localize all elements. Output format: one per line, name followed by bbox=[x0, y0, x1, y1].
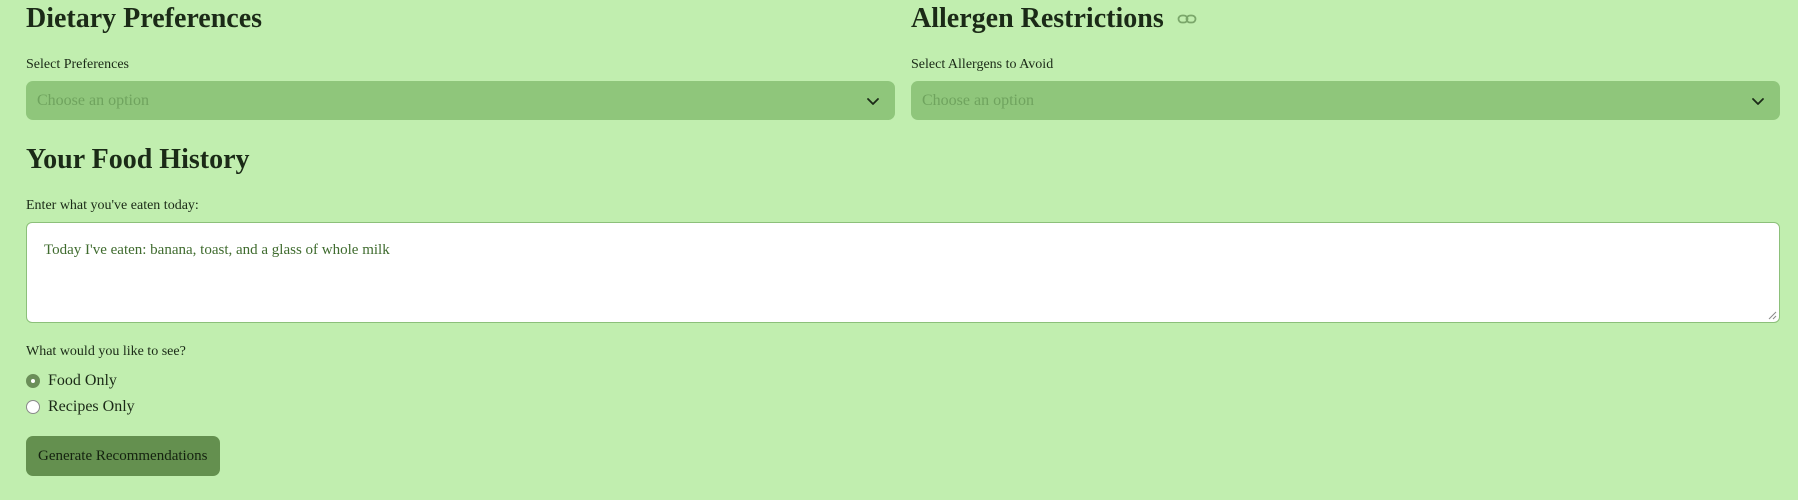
view-question-label: What would you like to see? bbox=[26, 344, 186, 359]
generate-recommendations-button[interactable]: Generate Recommendations bbox=[26, 436, 220, 476]
food-history-textarea[interactable]: Today I've eaten: banana, toast, and a g… bbox=[26, 222, 1780, 323]
chevron-down-icon bbox=[867, 98, 879, 105]
food-history-title: Your Food History bbox=[26, 144, 250, 175]
radio-recipes-only-label: Recipes Only bbox=[48, 398, 135, 415]
allergens-select[interactable]: Choose an option bbox=[911, 81, 1780, 120]
select-allergens-label: Select Allergens to Avoid bbox=[911, 57, 1054, 72]
allergen-restrictions-heading: Allergen Restrictions bbox=[911, 5, 1197, 33]
radio-food-only-label: Food Only bbox=[48, 372, 117, 389]
radio-button-unchecked[interactable] bbox=[26, 400, 40, 414]
allergens-select-placeholder: Choose an option bbox=[922, 91, 1034, 109]
select-preferences-label: Select Preferences bbox=[26, 57, 129, 72]
radio-button-checked[interactable] bbox=[26, 374, 40, 388]
allergen-restrictions-title: Allergen Restrictions bbox=[911, 3, 1164, 34]
radio-recipes-only[interactable]: Recipes Only bbox=[26, 398, 135, 416]
radio-food-only[interactable]: Food Only bbox=[26, 372, 117, 390]
resize-grip-icon[interactable] bbox=[1767, 310, 1777, 320]
preferences-select-placeholder: Choose an option bbox=[37, 91, 149, 109]
link-icon[interactable] bbox=[1177, 12, 1197, 26]
food-history-input-label: Enter what you've eaten today: bbox=[26, 198, 199, 213]
preferences-select[interactable]: Choose an option bbox=[26, 81, 895, 120]
food-history-text: Today I've eaten: banana, toast, and a g… bbox=[44, 242, 390, 258]
chevron-down-icon bbox=[1752, 98, 1764, 105]
dietary-preferences-title: Dietary Preferences bbox=[26, 3, 263, 34]
